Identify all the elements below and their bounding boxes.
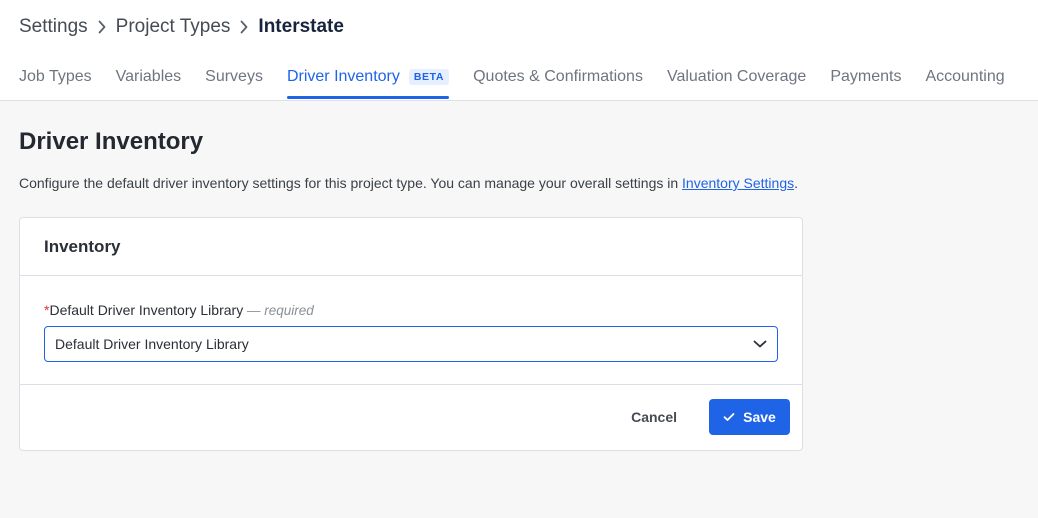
tab-label: Variables: [115, 68, 182, 85]
tab-bar: Job Types Variables Surveys Driver Inven…: [19, 66, 1029, 99]
field-label-text: Default Driver Inventory Library: [49, 302, 244, 318]
card-header: Inventory: [20, 218, 802, 276]
save-button[interactable]: Save: [709, 399, 790, 435]
page-description: Configure the default driver inventory s…: [19, 174, 798, 192]
tab-driver-inventory[interactable]: Driver Inventory BETA: [286, 66, 450, 99]
tab-label: Accounting: [925, 68, 1005, 85]
tab-label: Driver Inventory: [286, 68, 400, 85]
inventory-card: Inventory *Default Driver Inventory Libr…: [19, 217, 803, 451]
breadcrumb-settings[interactable]: Settings: [19, 14, 88, 40]
breadcrumb-interstate: Interstate: [258, 16, 344, 37]
tab-label: Job Types: [19, 68, 92, 85]
chevron-down-icon: [753, 339, 767, 349]
tab-quotes-confirmations[interactable]: Quotes & Confirmations: [473, 66, 643, 99]
check-icon: [723, 412, 735, 422]
page-header: Settings Project Types Interstate Job Ty…: [0, 0, 1038, 101]
chevron-right-icon: [88, 14, 116, 40]
description-suffix: .: [794, 175, 798, 191]
tab-surveys[interactable]: Surveys: [205, 66, 263, 99]
required-note: — required: [243, 303, 314, 318]
tab-label: Payments: [830, 68, 902, 85]
inventory-library-select[interactable]: Default Driver Inventory Library: [44, 326, 778, 362]
select-value: Default Driver Inventory Library: [55, 336, 249, 352]
card-title: Inventory: [44, 237, 121, 256]
card-body: *Default Driver Inventory Library — requ…: [20, 276, 802, 385]
tab-label: Quotes & Confirmations: [473, 68, 643, 85]
card-footer: Cancel Save: [20, 385, 802, 449]
tab-variables[interactable]: Variables: [116, 66, 182, 99]
tab-valuation-coverage[interactable]: Valuation Coverage: [667, 66, 806, 99]
beta-badge: BETA: [408, 69, 450, 85]
tab-accounting[interactable]: Accounting: [925, 66, 1004, 99]
tab-label: Surveys: [205, 68, 263, 85]
field-label: *Default Driver Inventory Library — requ…: [44, 301, 778, 320]
inventory-settings-link[interactable]: Inventory Settings: [682, 175, 794, 191]
description-text: Configure the default driver inventory s…: [19, 175, 683, 191]
page-title: Driver Inventory: [19, 128, 204, 155]
tab-payments[interactable]: Payments: [830, 66, 901, 99]
cancel-button[interactable]: Cancel: [631, 409, 677, 425]
tab-label: Valuation Coverage: [666, 68, 807, 85]
chevron-right-icon: [230, 14, 258, 40]
tab-job-types[interactable]: Job Types: [19, 66, 92, 99]
breadcrumb-project-types[interactable]: Project Types: [116, 14, 231, 40]
save-label: Save: [743, 409, 776, 425]
breadcrumb: Settings Project Types Interstate: [19, 14, 344, 40]
